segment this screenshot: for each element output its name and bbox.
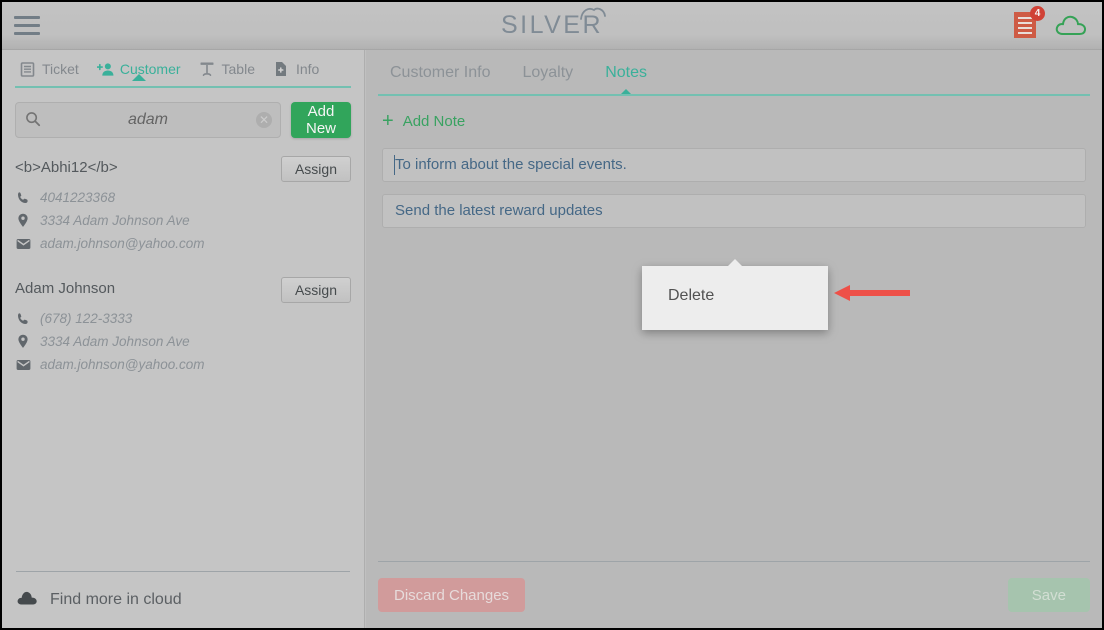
customer-address-row: 3334 Adam Johnson Ave (15, 334, 351, 349)
tab-loyalty[interactable]: Loyalty (506, 51, 589, 95)
receipt-icon[interactable]: 4 (1014, 6, 1045, 40)
customer-address-row: 3334 Adam Johnson Ave (15, 213, 351, 228)
tab-customer-info[interactable]: Customer Info (374, 51, 506, 95)
assign-button[interactable]: Assign (280, 156, 351, 182)
info-file-icon (273, 61, 290, 78)
note-row[interactable]: To inform about the special events. (382, 148, 1086, 182)
app-header: SILVER 4 (2, 2, 1102, 50)
envelope-icon (15, 359, 31, 371)
delete-menu-item[interactable]: Delete (668, 287, 714, 305)
app-logo: SILVER (2, 7, 1102, 40)
find-more-in-cloud-button[interactable]: Find more in cloud (16, 571, 350, 628)
ticket-icon (19, 61, 36, 78)
list-item[interactable]: <b>Abhi12</b> Assign 4041223368 3334 Ada… (15, 156, 351, 251)
tab-notes[interactable]: Notes (589, 51, 663, 96)
tab-info[interactable]: Info (264, 59, 328, 80)
sidebar-tab-underline (15, 86, 351, 88)
cloud-arc-icon (580, 7, 606, 20)
tab-ticket-label: Ticket (42, 61, 79, 77)
tab-customer-label: Customer (119, 61, 181, 77)
active-tab-caret (131, 73, 146, 81)
cloud-filled-icon (16, 589, 38, 611)
customer-phone-row: 4041223368 (15, 190, 351, 205)
add-note-label: Add Note (402, 112, 466, 130)
assign-button[interactable]: Assign (280, 277, 351, 303)
detail-footer: Discard Changes Save (378, 561, 1090, 628)
customer-email: adam.johnson@yahoo.com (40, 236, 205, 251)
customer-address: 3334 Adam Johnson Ave (40, 334, 190, 349)
tab-table[interactable]: Table (190, 59, 264, 80)
customer-phone: 4041223368 (40, 190, 116, 205)
search-icon (25, 111, 41, 132)
customer-name: Adam Johnson (15, 280, 116, 297)
note-row[interactable]: Send the latest reward updates (382, 194, 1086, 228)
tab-ticket[interactable]: Ticket (10, 59, 88, 80)
customer-email: adam.johnson@yahoo.com (40, 357, 205, 372)
customer-phone-row: (678) 122-3333 (15, 311, 351, 326)
tab-notes-label: Notes (605, 64, 647, 81)
red-left-arrow-icon (834, 285, 910, 301)
search-box[interactable]: ✕ (15, 102, 281, 138)
phone-icon (15, 312, 31, 326)
save-button[interactable]: Save (1007, 578, 1090, 612)
envelope-icon (15, 238, 31, 250)
add-person-icon (96, 61, 114, 78)
customer-name: <b>Abhi12</b> (15, 159, 118, 176)
customer-email-row: adam.johnson@yahoo.com (15, 236, 351, 251)
context-menu-popup[interactable]: Delete (642, 259, 828, 330)
cloud-outline-icon[interactable] (1054, 12, 1088, 38)
customer-detail-panel: Customer Info Loyalty Notes + Add Note T… (366, 50, 1102, 628)
notes-list: To inform about the special events. Send… (366, 131, 1102, 228)
clear-circle-icon[interactable]: ✕ (256, 112, 272, 128)
tab-customer[interactable]: Customer (88, 59, 190, 81)
detail-tabbar: Customer Info Loyalty Notes (366, 50, 1102, 96)
customer-phone: (678) 122-3333 (40, 311, 133, 326)
receipt-badge-count: 4 (1030, 6, 1045, 21)
find-more-in-cloud-label: Find more in cloud (50, 591, 182, 608)
location-pin-icon (15, 334, 31, 349)
customer-sidebar: Ticket Customer Table Info adam ✕ Add Ne… (2, 50, 365, 628)
search-input[interactable] (16, 111, 280, 129)
tab-table-label: Table (221, 61, 255, 77)
list-item[interactable]: Adam Johnson Assign (678) 122-3333 3334 … (15, 277, 351, 372)
application-window: SILVER 4 Ticket Customer Table Info adam… (0, 0, 1104, 630)
customer-address: 3334 Adam Johnson Ave (40, 213, 190, 228)
add-note-button[interactable]: + Add Note (366, 96, 465, 131)
detail-tab-underline (378, 94, 1090, 96)
popup-notch (727, 259, 743, 267)
sidebar-tabbar: Ticket Customer Table Info (2, 50, 364, 88)
customer-results-list: <b>Abhi12</b> Assign 4041223368 3334 Ada… (2, 138, 364, 372)
phone-icon (15, 191, 31, 205)
customer-email-row: adam.johnson@yahoo.com (15, 357, 351, 372)
discard-changes-button[interactable]: Discard Changes (378, 578, 526, 612)
header-icon-group: 4 (1014, 6, 1088, 40)
customer-search-row: ✕ Add New (2, 88, 364, 138)
location-pin-icon (15, 213, 31, 228)
add-new-button[interactable]: Add New (291, 102, 351, 138)
plus-icon: + (382, 110, 394, 132)
table-icon (199, 61, 216, 78)
tab-info-label: Info (295, 61, 320, 77)
